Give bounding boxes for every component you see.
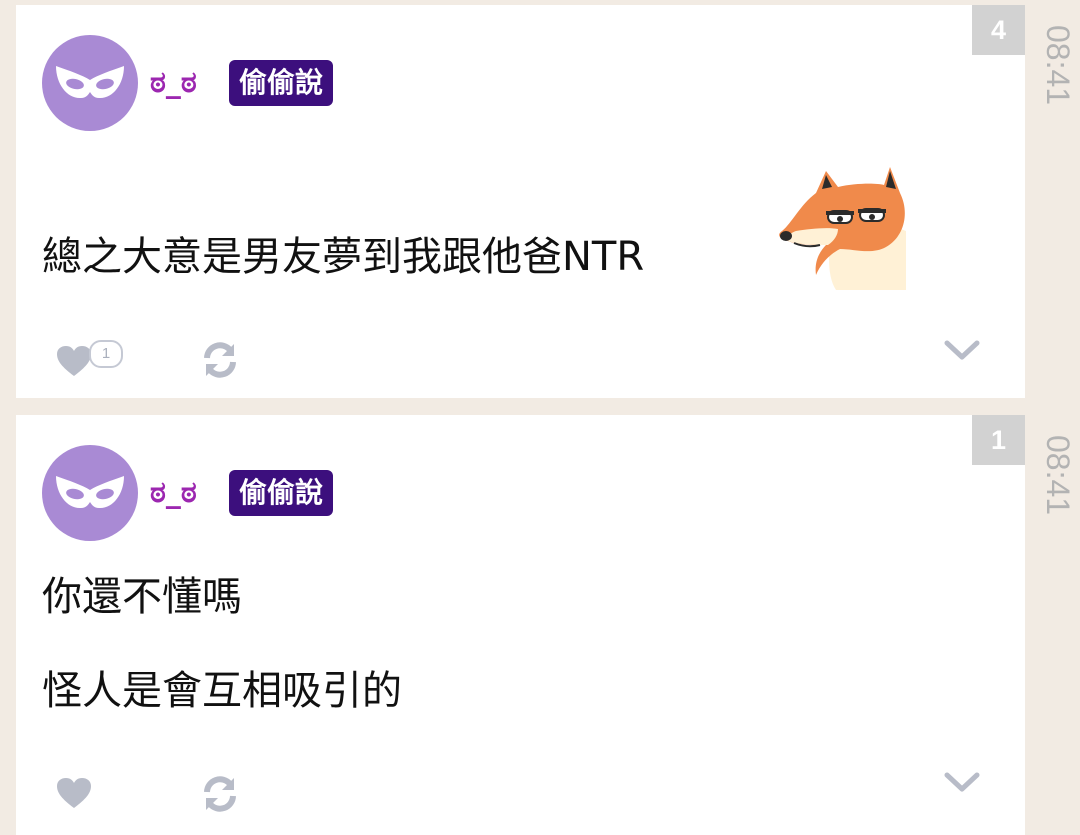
floor-badge: 1 xyxy=(972,415,1025,465)
username[interactable]: ಠ_ಠ xyxy=(150,63,197,103)
repost-button[interactable] xyxy=(198,772,242,816)
post-time: 08:41 xyxy=(1040,435,1076,516)
repost-button[interactable] xyxy=(198,338,242,382)
post-card: 1 ಠ_ಠ 偷偷說 你還不懂嗎 怪人是會互相吸引的 xyxy=(16,415,1025,835)
post-content-line: 你還不懂嗎 xyxy=(42,574,242,620)
post-card: 4 ಠ_ಠ 偷偷說 總之大意是男友夢到我跟他爸NTR 1 xyxy=(16,5,1025,398)
more-button[interactable] xyxy=(938,767,986,799)
like-count: 1 xyxy=(89,340,123,368)
like-button[interactable] xyxy=(56,771,136,811)
author-tag: 偷偷說 xyxy=(229,470,334,516)
author-tag: 偷偷說 xyxy=(229,60,334,106)
floor-badge: 4 xyxy=(972,5,1025,55)
heart-icon xyxy=(57,778,91,808)
chevron-down-icon xyxy=(944,772,980,792)
more-button[interactable] xyxy=(938,335,986,367)
fox-sticker xyxy=(779,167,906,290)
chevron-down-icon xyxy=(944,340,980,360)
heart-icon xyxy=(57,346,91,376)
post-content-line: 怪人是會互相吸引的 xyxy=(42,668,402,714)
username[interactable]: ಠ_ಠ xyxy=(150,473,197,513)
refresh-icon xyxy=(204,776,236,812)
like-button[interactable]: 1 xyxy=(56,339,136,379)
avatar[interactable] xyxy=(42,445,138,541)
avatar[interactable] xyxy=(42,35,138,131)
post-time: 08:41 xyxy=(1040,25,1076,106)
mask-icon xyxy=(56,66,124,99)
post-content: 總之大意是男友夢到我跟他爸NTR xyxy=(42,234,645,280)
refresh-icon xyxy=(204,342,236,378)
mask-icon xyxy=(56,476,124,509)
